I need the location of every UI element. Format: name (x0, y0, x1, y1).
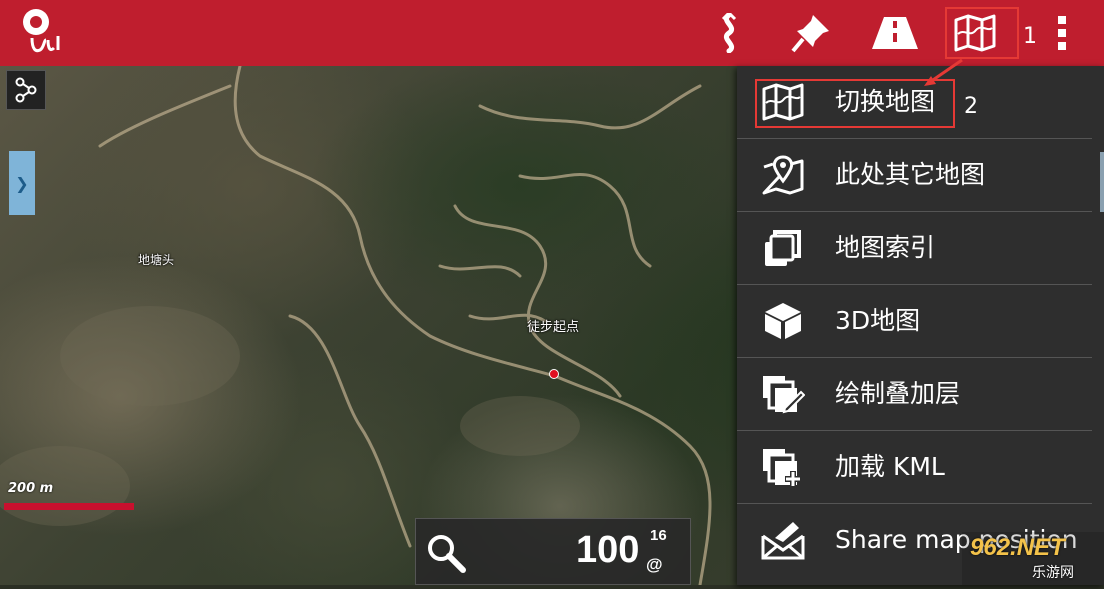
start-point-marker[interactable] (549, 369, 559, 379)
share-envelope-icon (761, 522, 805, 560)
scale-label: 200 m (8, 481, 54, 496)
zoom-panel[interactable]: 100 16 @ (415, 518, 691, 585)
scale-bar (4, 503, 134, 510)
menu-item-label: 加载 KML (835, 452, 945, 481)
nodes-icon (15, 77, 37, 103)
watermark-subtext: 乐游网 (1032, 565, 1074, 581)
waypoint-pin-icon (791, 15, 829, 53)
menu-item-draw-overlay[interactable]: 绘制叠加层 (737, 358, 1092, 430)
cube-icon (765, 303, 801, 339)
menu-scrollbar[interactable] (1100, 152, 1104, 212)
waypoint-button[interactable] (786, 8, 836, 58)
route-icon (721, 13, 737, 53)
highlight-box-map-button (945, 7, 1019, 59)
map-label-village: 地塘头 (138, 253, 175, 267)
menu-item-label: 此处其它地图 (835, 160, 986, 189)
menu-item-label: 绘制叠加层 (835, 379, 961, 408)
magnifier-icon[interactable] (426, 533, 466, 577)
zoom-unit: @ (646, 555, 663, 574)
map-label-start-point: 徒步起点 (527, 320, 580, 335)
menu-item-load-kml[interactable]: 加载 KML (737, 431, 1092, 503)
draw-overlay-icon (763, 376, 805, 414)
layers-copy-icon (765, 230, 801, 266)
watermark: 962.NET 乐游网 (962, 532, 1104, 585)
road-icon (872, 17, 918, 49)
track-tools-button[interactable] (6, 70, 46, 110)
overflow-menu-icon (1058, 16, 1066, 50)
overflow-menu-button[interactable] (1040, 8, 1084, 58)
zoom-level: 16 (650, 527, 667, 544)
menu-item-label: 3D地图 (835, 306, 921, 335)
add-layer-icon (763, 449, 801, 487)
chevron-right-icon: ❯ (15, 173, 29, 193)
road-button[interactable] (870, 8, 920, 58)
watermark-text: 962.NET (970, 534, 1065, 561)
overflow-dropdown-menu: 切换地图 此处其它地图 地图索引 3D地图 绘制叠加层 加载 KML Share… (737, 66, 1104, 585)
menu-item-map-index[interactable]: 地图索引 (737, 212, 1092, 284)
annotation-arrow (924, 58, 963, 86)
route-button[interactable] (704, 8, 754, 58)
zoom-percent: 100 (576, 529, 640, 571)
menu-item-other-maps-here[interactable]: 此处其它地图 (737, 139, 1092, 211)
menu-item-label: 地图索引 (835, 233, 936, 262)
map-location-icon (762, 155, 804, 195)
side-panel-toggle[interactable]: ❯ (9, 151, 35, 215)
menu-item-3d-map[interactable]: 3D地图 (737, 285, 1092, 357)
annotation-number-1: 1 (1023, 24, 1037, 49)
app-logo[interactable] (22, 8, 72, 58)
annotation-number-2: 2 (964, 94, 978, 119)
